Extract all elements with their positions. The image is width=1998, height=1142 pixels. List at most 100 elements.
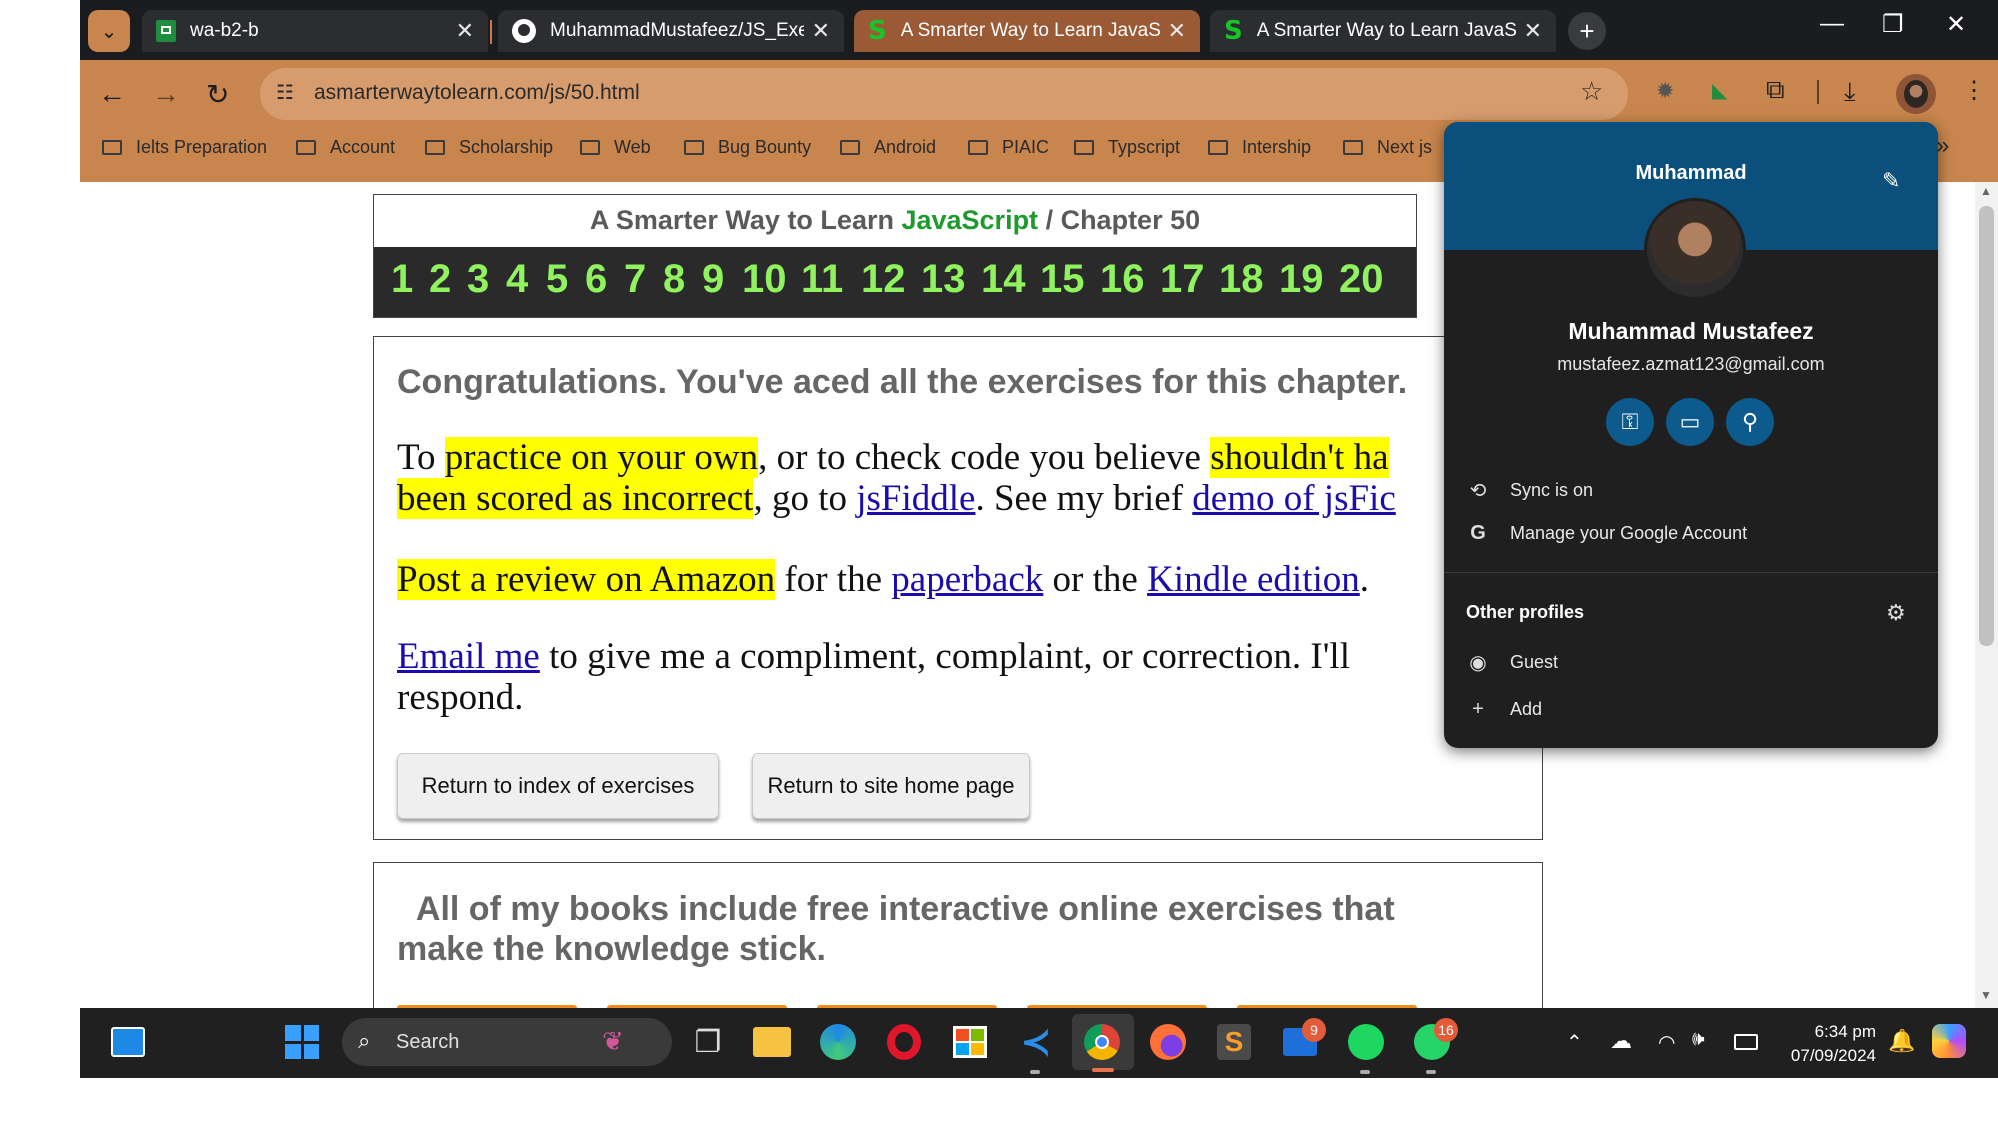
close-icon[interactable]: ✕: [456, 18, 474, 44]
tab-search-button[interactable]: ⌄: [88, 10, 130, 52]
chapter-link[interactable]: 11: [801, 257, 843, 302]
bookmark-account[interactable]: Account: [296, 137, 395, 158]
reload-icon[interactable]: ↻: [206, 78, 229, 111]
taskbar-search-box[interactable]: ⌕ Search ❦: [342, 1018, 672, 1066]
file-explorer-icon[interactable]: [750, 1020, 794, 1064]
scrollbar-thumb[interactable]: [1979, 206, 1994, 646]
bookmark-star-icon[interactable]: ☆: [1580, 76, 1603, 107]
chapter-link[interactable]: 1: [391, 257, 413, 302]
widgets-icon[interactable]: [106, 1020, 150, 1064]
chapter-link[interactable]: 12: [861, 257, 906, 302]
close-icon[interactable]: ✕: [812, 18, 830, 44]
chevron-up-icon[interactable]: ⌃: [1566, 1030, 1583, 1055]
scroll-down-icon[interactable]: ▼: [1980, 988, 1992, 1002]
system-clock[interactable]: 6:34 pm 07/09/2024: [1780, 1020, 1876, 1068]
scroll-up-icon[interactable]: ▲: [1980, 184, 1992, 198]
kindle-link[interactable]: Kindle edition: [1147, 559, 1360, 600]
extension-html-icon[interactable]: ◣: [1712, 78, 1727, 103]
gear-icon[interactable]: ⚙: [1886, 600, 1906, 626]
site-info-icon[interactable]: ☷: [276, 80, 294, 105]
microsoft-store-icon[interactable]: [948, 1020, 992, 1064]
chapter-link[interactable]: 19: [1279, 257, 1324, 302]
add-profile-row[interactable]: + Add: [1466, 698, 1542, 721]
extension-bug-icon[interactable]: ✹: [1656, 78, 1674, 104]
bookmark-ielts[interactable]: Ielts Preparation: [102, 137, 267, 158]
extensions-puzzle-icon[interactable]: ⧉: [1766, 74, 1785, 106]
menu-dots-icon[interactable]: ⋮: [1962, 76, 1986, 105]
bookmark-scholarship[interactable]: Scholarship: [425, 137, 553, 158]
chapter-link[interactable]: 7: [624, 257, 646, 302]
demo-jsfiddle-link[interactable]: demo of jsFic: [1192, 478, 1395, 519]
return-index-button[interactable]: Return to index of exercises: [397, 753, 719, 819]
tab-3-active[interactable]: S A Smarter Way to Learn JavaScr ✕: [854, 10, 1200, 52]
tab-4[interactable]: S A Smarter Way to Learn JavaScr ✕: [1210, 10, 1556, 52]
sublime-text-icon[interactable]: S: [1212, 1020, 1256, 1064]
chapter-link[interactable]: 6: [585, 257, 607, 302]
new-tab-button[interactable]: +: [1568, 12, 1606, 50]
wifi-icon[interactable]: ◠: [1658, 1030, 1675, 1055]
chapter-link[interactable]: 8: [663, 257, 685, 302]
manage-account-row[interactable]: G Manage your Google Account: [1466, 522, 1747, 545]
chapter-link[interactable]: 4: [506, 257, 528, 302]
opera-icon[interactable]: [882, 1020, 926, 1064]
bookmark-piaic[interactable]: PIAIC: [968, 137, 1049, 158]
start-icon[interactable]: [280, 1020, 324, 1064]
chapter-link[interactable]: 13: [921, 257, 966, 302]
bookmark-next-js[interactable]: Next js: [1343, 137, 1432, 158]
chapter-link[interactable]: 10: [742, 257, 787, 302]
page-scrollbar[interactable]: ▲ ▼: [1975, 182, 1998, 1008]
download-icon[interactable]: ⤓: [1844, 76, 1856, 108]
text: .: [1359, 559, 1370, 600]
paperback-link[interactable]: paperback: [891, 559, 1043, 600]
bookmark-intership[interactable]: Intership: [1208, 137, 1311, 158]
chapter-link[interactable]: 15: [1040, 257, 1085, 302]
congrats-panel: Congratulations. You've aced all the exe…: [373, 336, 1543, 840]
email-link[interactable]: Email me: [397, 636, 540, 677]
payment-card-icon[interactable]: ▭: [1666, 398, 1714, 446]
firefox-icon[interactable]: [1146, 1020, 1190, 1064]
tab-1[interactable]: wa-b2-b ✕: [142, 10, 488, 52]
chapter-link[interactable]: 5: [546, 257, 568, 302]
guest-profile-row[interactable]: ◉ Guest: [1466, 650, 1558, 675]
chapter-link[interactable]: 14: [981, 257, 1026, 302]
close-icon[interactable]: ✕: [1168, 18, 1186, 44]
notification-bell-icon[interactable]: 🔔: [1888, 1028, 1915, 1054]
chapter-link[interactable]: 17: [1160, 257, 1205, 302]
close-icon[interactable]: ✕: [1524, 18, 1542, 44]
edge-icon[interactable]: [816, 1020, 860, 1064]
chrome-icon[interactable]: [1080, 1020, 1124, 1064]
sync-row[interactable]: ⟲ Sync is on: [1466, 478, 1593, 503]
vscode-icon[interactable]: ≺: [1014, 1020, 1058, 1064]
bookmark-android[interactable]: Android: [840, 137, 936, 158]
bookmark-typscript[interactable]: Typscript: [1074, 137, 1180, 158]
onedrive-cloud-icon[interactable]: ☁: [1610, 1028, 1632, 1054]
chapter-link[interactable]: 3: [467, 257, 489, 302]
back-icon[interactable]: ←: [98, 78, 126, 110]
tab-2[interactable]: MuhammadMustafeez/JS_Exerc ✕: [498, 10, 844, 52]
more-bookmarks-button[interactable]: »: [1936, 132, 1949, 160]
return-home-button[interactable]: Return to site home page: [752, 753, 1030, 819]
close-window-icon[interactable]: ✕: [1946, 10, 1966, 39]
addresses-pin-icon[interactable]: ⚲: [1726, 398, 1774, 446]
copilot-icon[interactable]: [1932, 1024, 1966, 1058]
battery-icon[interactable]: [1734, 1034, 1758, 1050]
jsfiddle-link[interactable]: jsFiddle: [856, 478, 975, 519]
bookmark-web[interactable]: Web: [580, 137, 651, 158]
url-text[interactable]: asmarterwaytolearn.com/js/50.html: [314, 81, 640, 105]
chapter-link[interactable]: 20: [1339, 257, 1384, 302]
minimize-icon[interactable]: —: [1820, 10, 1844, 38]
profile-avatar-button[interactable]: [1896, 74, 1936, 114]
spotify-icon[interactable]: [1344, 1020, 1388, 1064]
chapter-link[interactable]: 18: [1219, 257, 1264, 302]
chapter-link[interactable]: 16: [1100, 257, 1145, 302]
volume-icon[interactable]: 🕪: [1692, 1028, 1705, 1051]
chapter-link[interactable]: 9: [702, 257, 724, 302]
passwords-key-icon[interactable]: ⚿: [1606, 398, 1654, 446]
task-view-icon[interactable]: ❐: [686, 1020, 730, 1064]
forward-icon[interactable]: →: [152, 78, 180, 110]
chapter-header: A Smarter Way to Learn JavaScript / Chap…: [373, 194, 1417, 318]
restore-icon[interactable]: ❐: [1882, 10, 1904, 39]
chapter-link[interactable]: 2: [429, 257, 451, 302]
edit-pencil-icon[interactable]: ✎: [1882, 168, 1900, 194]
bookmark-bug-bounty[interactable]: Bug Bounty: [684, 137, 811, 158]
